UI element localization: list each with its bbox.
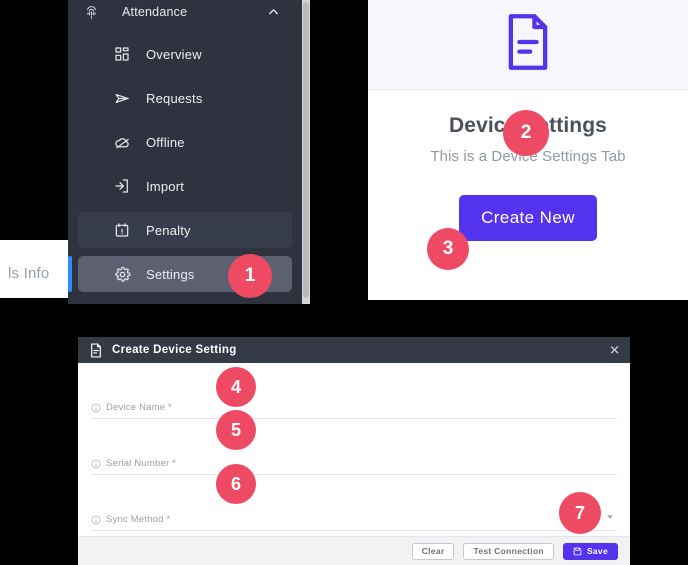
- close-icon[interactable]: ✕: [609, 344, 620, 357]
- sidebar-nav-list: Overview Requests Offline Import Penalty…: [68, 36, 302, 292]
- screen-background: ls Info Attendance Overview Requests Off…: [0, 0, 688, 565]
- device-name-field[interactable]: Device Name *: [91, 363, 617, 419]
- sidebar-item-import[interactable]: Import: [78, 168, 292, 204]
- grid-dashboard-icon: [112, 44, 132, 64]
- create-device-setting-modal: Create Device Setting ✕ Device Name * Se…: [78, 337, 630, 565]
- chevron-down-icon[interactable]: [605, 512, 615, 522]
- sync-method-label: Sync Method *: [91, 514, 170, 530]
- chevron-up-icon[interactable]: [267, 6, 280, 19]
- save-disk-icon: [573, 547, 582, 556]
- import-arrow-icon: [112, 176, 132, 196]
- document-lines-icon: [502, 12, 554, 77]
- sidebar-group-attendance[interactable]: Attendance: [68, 0, 302, 24]
- step-badge-1: 1: [228, 254, 272, 298]
- sync-method-field[interactable]: Sync Method *: [91, 475, 617, 531]
- modal-title: Create Device Setting: [112, 344, 237, 356]
- sidebar-panel: Attendance Overview Requests Offline Imp…: [68, 0, 310, 304]
- step-badge-3: 3: [427, 228, 469, 270]
- modal-footer: Clear Test Connection Save: [78, 536, 630, 565]
- field-label-text: Serial Number *: [106, 458, 177, 469]
- sidebar-item-label: Penalty: [146, 222, 191, 238]
- step-badge-5: 5: [216, 410, 256, 450]
- paper-plane-icon: [112, 88, 132, 108]
- cloud-off-icon: [112, 132, 132, 152]
- info-icon: [91, 459, 101, 469]
- sidebar-item-label: Requests: [146, 90, 203, 106]
- info-icon: [91, 515, 101, 525]
- sidebar-scrollbar-thumb[interactable]: [303, 2, 309, 298]
- sidebar-item-label: Settings: [146, 266, 195, 282]
- document-lines-icon: [88, 342, 104, 358]
- sidebar-item-offline[interactable]: Offline: [78, 124, 292, 160]
- modal-body: Device Name * Serial Number * Sync Metho…: [78, 363, 630, 536]
- sidebar-item-label: Offline: [146, 134, 185, 150]
- field-label-text: Sync Method *: [106, 514, 171, 525]
- modal-header: Create Device Setting ✕: [78, 337, 630, 363]
- sidebar-group-label: Attendance: [122, 5, 188, 19]
- step-badge-4: 4: [216, 367, 256, 407]
- sidebar-item-label: Overview: [146, 46, 202, 62]
- sidebar-item-overview[interactable]: Overview: [78, 36, 292, 72]
- field-label-text: Device Name *: [106, 402, 172, 413]
- device-name-label: Device Name *: [91, 402, 172, 418]
- create-new-button[interactable]: Create New: [459, 195, 597, 241]
- background-partial-label: ls Info: [8, 265, 50, 282]
- step-badge-7: 7: [559, 492, 601, 534]
- step-badge-2: 2: [503, 110, 549, 156]
- fingerprint-icon: [82, 3, 100, 21]
- sidebar-item-penalty[interactable]: Penalty: [78, 212, 292, 248]
- card-icon-area: [368, 0, 688, 90]
- sidebar-scrollbar-track[interactable]: [302, 0, 310, 304]
- test-connection-button[interactable]: Test Connection: [463, 542, 554, 560]
- serial-number-field[interactable]: Serial Number *: [91, 419, 617, 475]
- calendar-alert-icon: [112, 220, 132, 240]
- save-button[interactable]: Save: [562, 542, 618, 560]
- sidebar-item-requests[interactable]: Requests: [78, 80, 292, 116]
- info-icon: [91, 403, 101, 413]
- save-button-label: Save: [586, 546, 608, 556]
- step-badge-6: 6: [216, 464, 256, 504]
- sidebar-item-label: Import: [146, 178, 185, 194]
- serial-number-label: Serial Number *: [91, 458, 176, 474]
- gear-icon: [112, 264, 132, 284]
- clear-button[interactable]: Clear: [411, 542, 455, 560]
